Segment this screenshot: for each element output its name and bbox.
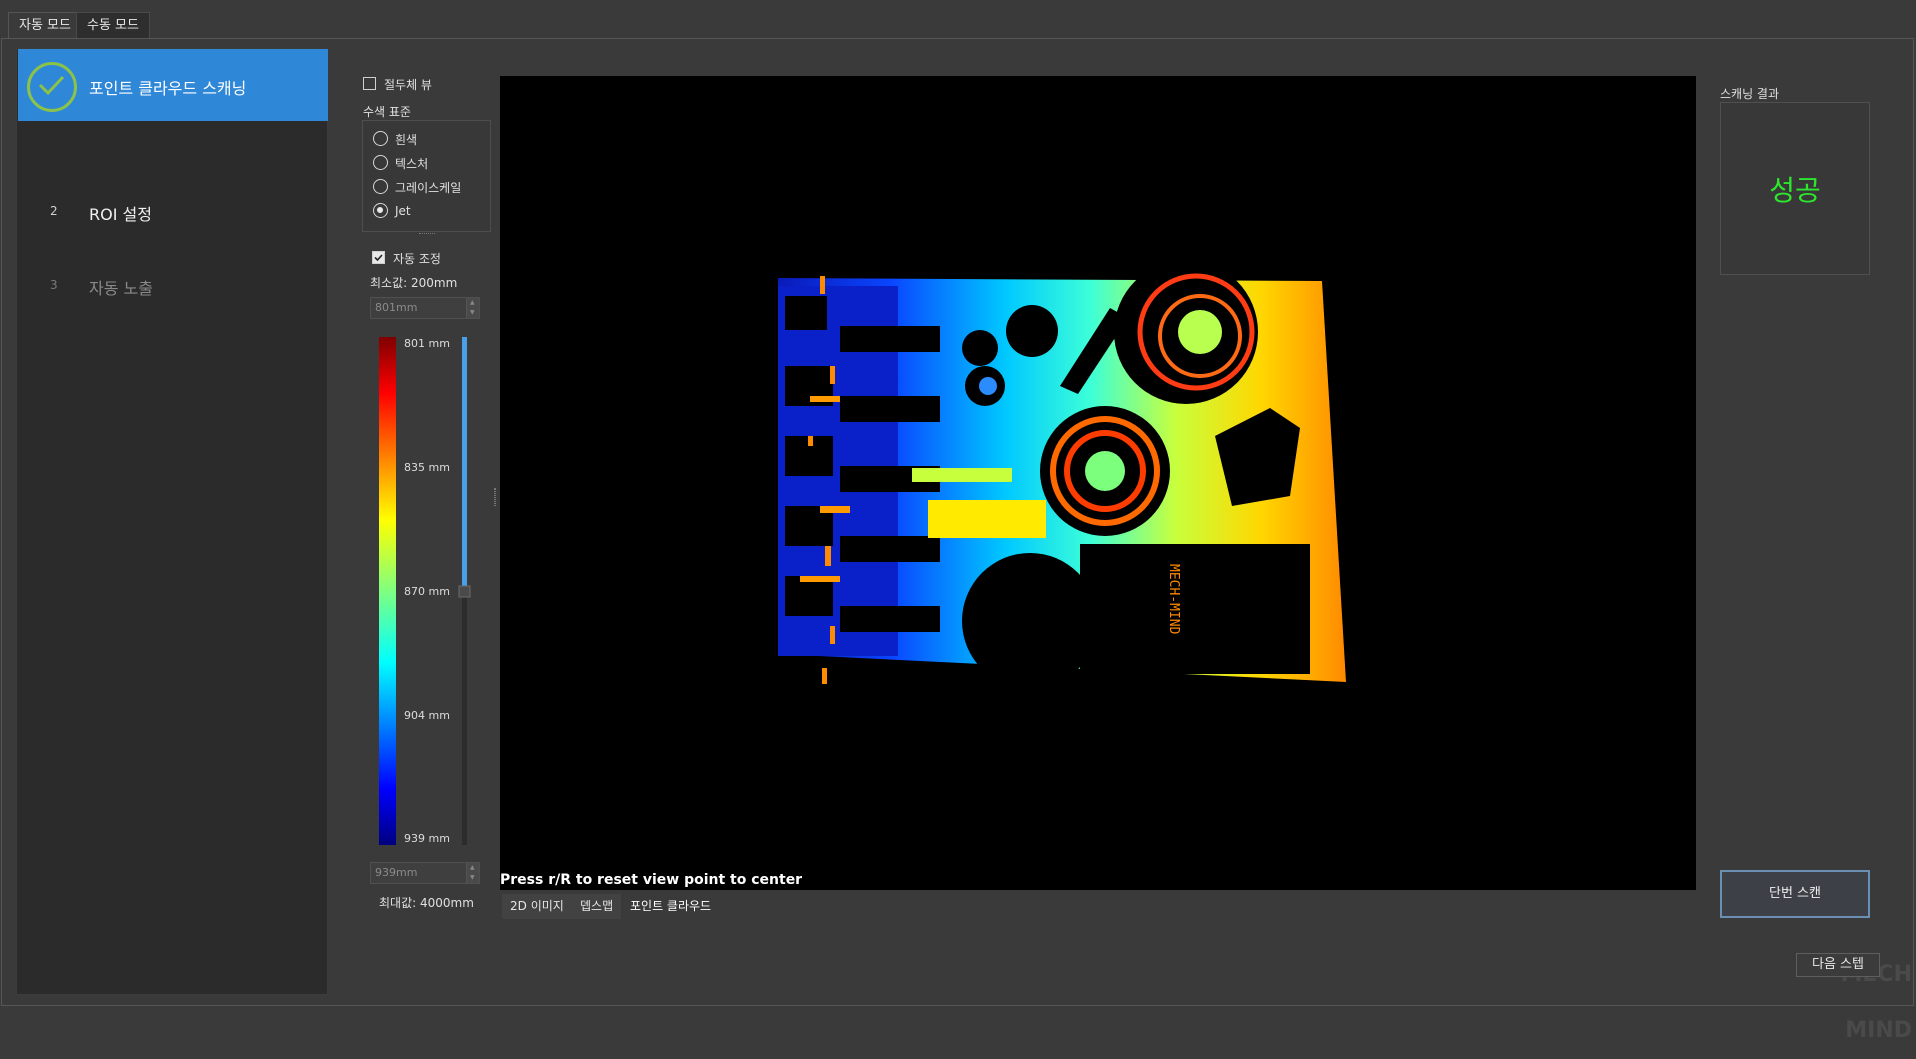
- min-value-input[interactable]: 801mm ▲ ▼: [370, 297, 480, 319]
- step-point-cloud-scan[interactable]: 포인트 클라우드 스캐닝: [18, 49, 328, 121]
- radio-white-label: 흰색: [395, 133, 418, 147]
- radio-jet[interactable]: [373, 203, 388, 218]
- absolute-view-checkbox[interactable]: [363, 77, 376, 90]
- tab-depth-map[interactable]: 뎁스맵: [572, 894, 622, 919]
- depth-image: MECH-MIND: [778, 260, 1346, 689]
- scan-result-box: 성공: [1720, 102, 1870, 275]
- tab-auto-mode[interactable]: 자동 모드: [8, 12, 82, 39]
- absolute-view-label: 절두체 뷰: [384, 78, 432, 92]
- colorbar-tick: 939 mm: [404, 832, 450, 845]
- max-value-label: 최대값: 4000mm: [379, 896, 474, 910]
- scan-result-value: 성공: [1769, 174, 1821, 207]
- step-panel: 포인트 클라우드 스캐닝 2 ROI 설정 3 자동 노출: [16, 48, 328, 995]
- colorbar-tick: 835 mm: [404, 461, 450, 474]
- spin-arrows-icon[interactable]: ▲ ▼: [466, 298, 479, 318]
- step-label: ROI 설정: [89, 205, 152, 224]
- splitter-handle[interactable]: [419, 233, 435, 234]
- radio-grayscale[interactable]: [373, 179, 388, 194]
- next-step-button[interactable]: 다음 스텝: [1796, 953, 1880, 977]
- colorbar-tick: 870 mm: [404, 585, 450, 598]
- step-label: 포인트 클라우드 스캐닝: [89, 79, 247, 98]
- step-roi-setup[interactable]: 2 ROI 설정: [18, 175, 328, 247]
- panel-splitter[interactable]: [494, 488, 496, 506]
- step-auto-exposure: 3 자동 노출: [18, 249, 328, 321]
- spin-arrows-icon[interactable]: ▲ ▼: [466, 863, 479, 883]
- check-circle-icon: [27, 62, 77, 112]
- tab-manual-mode[interactable]: 수동 모드: [76, 12, 150, 39]
- step-label: 자동 노출: [89, 279, 153, 298]
- radio-texture-label: 텍스처: [395, 157, 429, 171]
- scan-result-label: 스캐닝 결과: [1720, 87, 1780, 101]
- radio-white[interactable]: [373, 131, 388, 146]
- tab-2d-image[interactable]: 2D 이미지: [502, 894, 572, 919]
- colorbar-gradient: [379, 337, 396, 845]
- single-scan-button[interactable]: 단번 스캔: [1720, 870, 1870, 918]
- color-group-title: 수색 표준: [363, 105, 411, 119]
- depth-image-text: MECH-MIND: [1166, 564, 1181, 635]
- step-number: 2: [50, 204, 58, 218]
- radio-jet-label: Jet: [395, 204, 411, 218]
- min-value-label: 최소값: 200mm: [370, 276, 458, 290]
- radio-texture[interactable]: [373, 155, 388, 170]
- auto-adjust-label: 자동 조정: [393, 252, 441, 266]
- tab-point-cloud[interactable]: 포인트 클라우드: [622, 894, 720, 919]
- max-value-input[interactable]: 939mm ▲ ▼: [370, 862, 480, 884]
- range-slider[interactable]: [459, 334, 473, 848]
- colorbar-tick: 904 mm: [404, 709, 450, 722]
- step-number: 3: [50, 278, 58, 292]
- radio-grayscale-label: 그레이스케일: [395, 181, 462, 195]
- point-cloud-viewer[interactable]: MECH-MIND: [500, 76, 1696, 890]
- colorbar-tick: 801 mm: [404, 337, 450, 350]
- viewer-hint: Press r/R to reset view point to center: [500, 872, 803, 888]
- auto-adjust-checkbox[interactable]: [372, 251, 385, 264]
